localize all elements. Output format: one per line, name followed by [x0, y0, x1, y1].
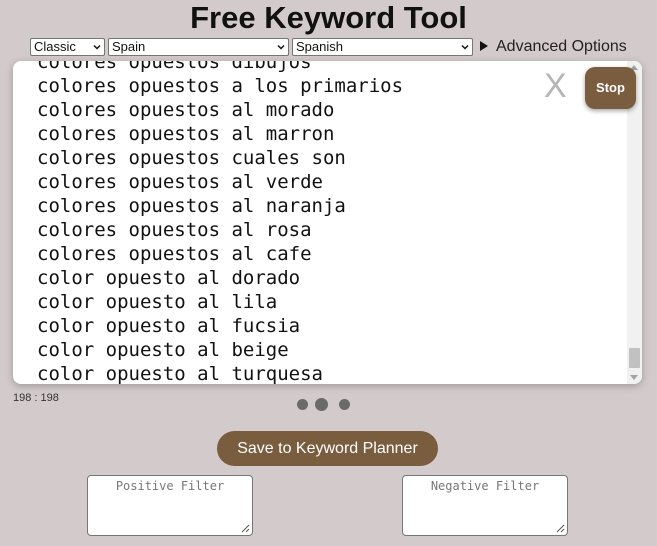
advanced-options-label: Advanced Options [496, 38, 627, 55]
keyword-item: color opuesto al fucsia [37, 315, 301, 337]
triangle-right-icon [480, 41, 488, 51]
keyword-item: colores opuestos al marron [37, 123, 335, 145]
chevron-down-icon [93, 44, 101, 50]
page-title: Free Keyword Tool [190, 0, 467, 35]
negative-filter-input[interactable]: Negative Filter [402, 475, 568, 536]
positive-filter-input[interactable]: Positive Filter [87, 475, 253, 536]
loading-dot [315, 398, 328, 411]
keyword-item: colores opuestos dibujos [37, 61, 312, 73]
resize-grip-icon[interactable] [556, 524, 565, 533]
mode-select[interactable]: Classic [30, 38, 105, 56]
keyword-item: color opuesto al dorado [37, 267, 301, 289]
mode-select-value: Classic [34, 39, 76, 54]
keyword-item: color opuesto al beige [37, 339, 289, 361]
scrollbar-thumb[interactable] [629, 348, 640, 368]
chevron-down-icon [277, 44, 285, 50]
resize-grip-icon[interactable] [241, 524, 250, 533]
save-to-keyword-planner-button[interactable]: Save to Keyword Planner [217, 431, 438, 466]
keyword-item: colores opuestos al verde [37, 171, 323, 193]
positive-filter-placeholder: Positive Filter [115, 479, 225, 493]
results-count: 198 : 198 [13, 392, 59, 404]
language-select[interactable]: Spanish [292, 38, 473, 56]
language-select-value: Spanish [296, 39, 343, 54]
advanced-options-toggle[interactable]: Advanced Options [480, 37, 627, 57]
keyword-item: color opuesto al lila [37, 291, 278, 313]
negative-filter-placeholder: Negative Filter [430, 479, 540, 493]
results-scrollbar[interactable] [627, 61, 642, 384]
stop-button[interactable]: Stop [585, 67, 636, 109]
scroll-down-icon[interactable] [630, 375, 638, 380]
keyword-results-panel: colores opuestos dibujos colores opuestos… [13, 61, 642, 384]
loading-dot [297, 399, 308, 410]
close-icon[interactable]: X [544, 68, 567, 104]
keyword-item: colores opuestos al naranja [37, 195, 346, 217]
keyword-item: colores opuestos a los primarios [37, 75, 404, 97]
loading-dot [339, 399, 350, 410]
chevron-down-icon [461, 44, 469, 50]
keyword-list: colores opuestos dibujos colores opuestos… [37, 61, 403, 384]
keyword-item: colores opuestos cuales son [37, 147, 346, 169]
keyword-item: colores opuestos al morado [37, 99, 335, 121]
keyword-item: colores opuestos al rosa [37, 219, 312, 241]
country-select-value: Spain [112, 39, 146, 54]
keyword-item: color opuesto al turquesa [37, 363, 323, 384]
country-select[interactable]: Spain [108, 38, 289, 56]
keyword-item: colores opuestos al cafe [37, 243, 312, 265]
